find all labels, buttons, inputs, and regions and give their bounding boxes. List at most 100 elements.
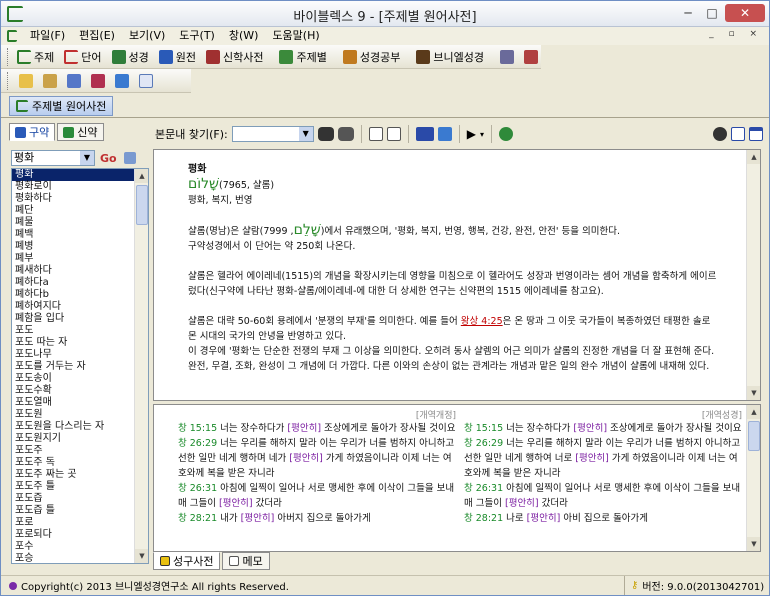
exit-button[interactable] [519, 47, 543, 67]
title-bar[interactable]: 바이블렉스 9 - [주제별 원어사전] ─ □ ✕ [1, 1, 769, 27]
verse-reference[interactable]: 창 26:31 [178, 483, 217, 494]
word-search-combo[interactable]: 평화 ▼ [11, 150, 95, 166]
menu-file[interactable]: 파일(F) [23, 27, 72, 45]
word-export-button[interactable] [134, 71, 158, 91]
scroll-up-icon[interactable]: ▲ [747, 405, 760, 419]
word-list-item[interactable]: 포도즙 틀 [12, 505, 148, 517]
toolbar-grip[interactable] [7, 71, 10, 90]
parallel-scrollbar[interactable]: ▲ ▼ [746, 405, 760, 551]
scroll-up-icon[interactable]: ▲ [747, 150, 760, 164]
tab-new-testament[interactable]: 신약 [57, 123, 104, 141]
verse-reference[interactable]: 창 15:15 [178, 423, 217, 434]
chevron-down-icon[interactable]: ▼ [80, 151, 94, 165]
verse-reference[interactable]: 창 26:31 [464, 483, 503, 494]
verse-link[interactable]: 왕상 4:25 [461, 316, 503, 327]
word-list-scrollbar[interactable]: ▲ ▼ [134, 169, 148, 563]
menu-tools[interactable]: 도구(T) [172, 27, 222, 45]
verse-reference[interactable]: 창 15:15 [464, 423, 503, 434]
word-list-item[interactable]: 포도원을 다스리는 자 [12, 421, 148, 433]
verse-reference[interactable]: 창 26:29 [178, 438, 217, 449]
bible-study-button[interactable]: 성경공부 [338, 47, 405, 67]
word-list-item[interactable]: 폐물 [12, 217, 148, 229]
binoculars-icon[interactable] [317, 127, 334, 141]
word-list-item[interactable]: 포도 [12, 325, 148, 337]
filter-button[interactable] [122, 148, 138, 168]
word-list-item[interactable]: 폐새하다 [12, 265, 148, 277]
word-list-item[interactable]: 포도를 거두는 자 [12, 361, 148, 373]
refresh-icon[interactable] [498, 127, 513, 141]
minimize-button[interactable]: ─ [677, 4, 699, 22]
word-list-item[interactable]: 평화 [12, 169, 148, 181]
verse-reference[interactable]: 창 26:29 [464, 438, 503, 449]
article-scrollbar[interactable]: ▲ ▼ [746, 150, 760, 400]
menu-view[interactable]: 보기(V) [122, 27, 172, 45]
article-view[interactable]: 평화 שָׁלוֹם(7965, 샬롬) 평화, 복지, 번영 샬롬(명남)은 … [153, 149, 761, 401]
page-icon[interactable] [368, 127, 383, 141]
pen-button[interactable] [38, 71, 62, 91]
word-list-item[interactable]: 포도나무 [12, 349, 148, 361]
word-list-item[interactable]: 포도열매 [12, 397, 148, 409]
go-button[interactable]: Go [98, 148, 119, 168]
report-button[interactable] [110, 71, 134, 91]
word-list-item[interactable]: 폐백 [12, 229, 148, 241]
word-list-item[interactable]: 포승 [12, 553, 148, 563]
menu-edit[interactable]: 편집(E) [72, 27, 122, 45]
folder-button[interactable] [14, 71, 38, 91]
find-next-icon[interactable] [337, 127, 354, 141]
word-list-item[interactable]: 포수 [12, 541, 148, 553]
tab-verse-dictionary[interactable]: 성구사전 [153, 552, 221, 570]
verse-reference[interactable]: 창 28:21 [178, 513, 217, 524]
word-list[interactable]: 평화 평화로이 평화하다 폐단 폐물 폐백 폐병 폐부 폐새하다 폐하다a 폐하다b 폐하여지다 폐함을… [11, 168, 149, 564]
layout-split-icon[interactable] [749, 127, 763, 141]
scroll-down-icon[interactable]: ▼ [747, 537, 760, 551]
by-topic-button[interactable]: 주제별 [274, 47, 331, 67]
word-list-item[interactable]: 폐단 [12, 205, 148, 217]
tab-old-testament[interactable]: 구약 [9, 123, 56, 141]
word-list-item[interactable]: 포도주 독 [12, 457, 148, 469]
close-button[interactable]: ✕ [725, 4, 765, 22]
word-list-item[interactable]: 폐함을 입다 [12, 313, 148, 325]
word-list-item[interactable]: 포도 따는 자 [12, 337, 148, 349]
word-list-item[interactable]: 포도수확 [12, 385, 148, 397]
chevron-down-icon[interactable]: ▼ [298, 127, 313, 141]
word-list-item[interactable]: 포로 [12, 517, 148, 529]
scroll-thumb[interactable] [136, 185, 148, 225]
topic-button[interactable]: 주제 [12, 47, 59, 67]
word-list-item[interactable]: 폐병 [12, 241, 148, 253]
scroll-up-icon[interactable]: ▲ [135, 169, 148, 183]
doc-tab-topic-dictionary[interactable]: 주제별 원어사전 [9, 96, 114, 116]
word-list-item[interactable]: 평화로이 [12, 181, 148, 193]
word-list-item[interactable]: 폐하다a [12, 277, 148, 289]
page-text-icon[interactable] [386, 127, 401, 141]
word-list-item[interactable]: 포도주 [12, 445, 148, 457]
toolbar-grip[interactable] [7, 47, 8, 66]
play-options-icon[interactable]: ▾ [480, 130, 484, 139]
play-icon[interactable]: ▶ [467, 127, 476, 141]
peniel-bible-button[interactable]: 브니엘성경 [411, 47, 489, 67]
copy-button[interactable] [62, 71, 86, 91]
mdi-controls[interactable]: _ ▫ × [709, 29, 763, 39]
word-list-item[interactable]: 폐하여지다 [12, 301, 148, 313]
word-list-item[interactable]: 포도즙 [12, 493, 148, 505]
word-list-item[interactable]: 포도주 짜는 곳 [12, 469, 148, 481]
word-list-item[interactable]: 포도원 [12, 409, 148, 421]
verse-reference[interactable]: 창 28:21 [464, 513, 503, 524]
word-button[interactable]: 단어 [59, 47, 106, 67]
books-icon[interactable] [415, 127, 434, 141]
scroll-down-icon[interactable]: ▼ [747, 386, 760, 400]
layout-single-icon[interactable] [731, 127, 745, 141]
word-list-item[interactable]: 폐하다b [12, 289, 148, 301]
word-list-item[interactable]: 포로되다 [12, 529, 148, 541]
export-icon[interactable] [437, 127, 452, 141]
tab-memo[interactable]: 메모 [222, 552, 270, 570]
note-button[interactable] [86, 71, 110, 91]
menu-window[interactable]: 창(W) [222, 27, 266, 45]
bible-button[interactable]: 성경 [107, 47, 154, 67]
find-in-text-combo[interactable]: ▼ [231, 126, 314, 142]
pin-icon[interactable] [713, 127, 727, 141]
print-button[interactable] [495, 47, 519, 67]
theology-dict-button[interactable]: 신학사전 [201, 47, 268, 67]
original-text-button[interactable]: 원전 [154, 47, 201, 67]
maximize-button[interactable]: □ [701, 4, 723, 22]
word-list-item[interactable]: 평화하다 [12, 193, 148, 205]
